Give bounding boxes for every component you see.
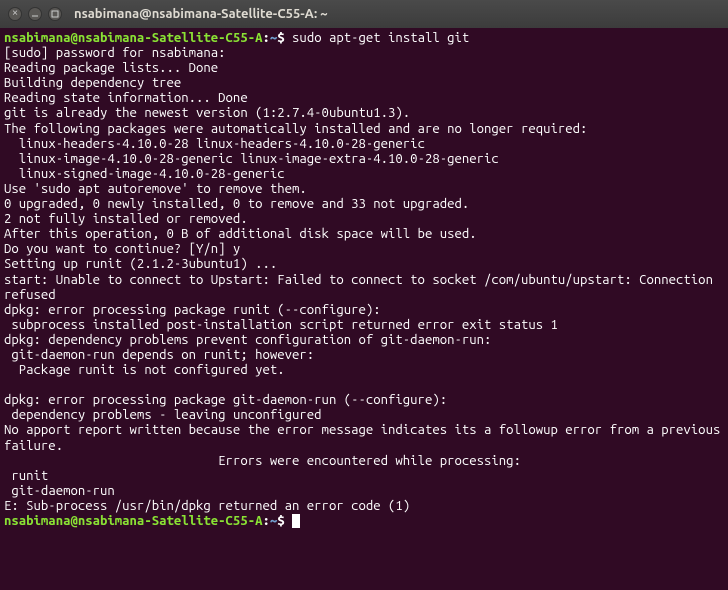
prompt-colon-2: : [262, 514, 269, 528]
window-title: nsabimana@nsabimana-Satellite-C55-A: ~ [74, 7, 328, 21]
command-text [285, 31, 292, 45]
terminal[interactable]: nsabimana@nsabimana-Satellite-C55-A:~$ s… [0, 28, 728, 532]
prompt-user-host-2: nsabimana@nsabimana-Satellite-C55-A [4, 514, 262, 528]
cursor [292, 514, 300, 528]
minimize-icon[interactable] [28, 7, 42, 21]
terminal-output: [sudo] password for nsabimana: Reading p… [4, 46, 728, 513]
prompt-user-host: nsabimana@nsabimana-Satellite-C55-A [4, 31, 262, 45]
close-icon[interactable] [8, 7, 22, 21]
titlebar: nsabimana@nsabimana-Satellite-C55-A: ~ [0, 0, 728, 28]
prompt-colon: : [262, 31, 269, 45]
command: sudo apt-get install git [292, 31, 469, 45]
maximize-icon[interactable] [48, 7, 62, 21]
prompt-dollar: $ [277, 31, 284, 45]
prompt-dollar-2: $ [277, 514, 284, 528]
